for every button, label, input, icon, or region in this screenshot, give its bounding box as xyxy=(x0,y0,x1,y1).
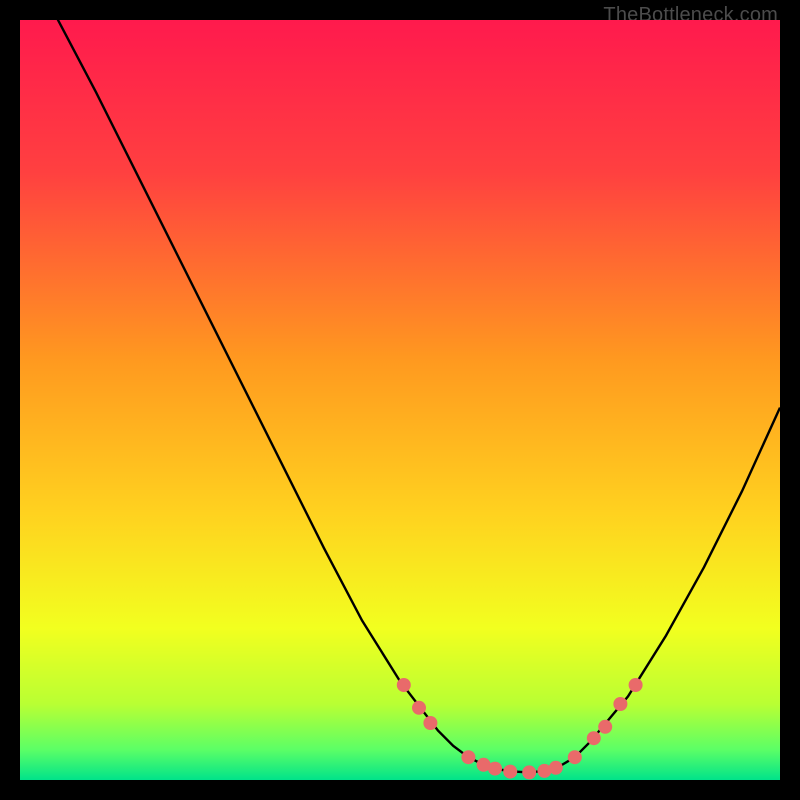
data-marker xyxy=(461,750,475,764)
data-marker xyxy=(488,762,502,776)
data-marker xyxy=(522,765,536,779)
data-marker xyxy=(587,731,601,745)
bottleneck-chart xyxy=(20,20,780,780)
data-marker xyxy=(397,678,411,692)
gradient-background xyxy=(20,20,780,780)
data-marker xyxy=(423,716,437,730)
data-marker xyxy=(598,720,612,734)
data-marker xyxy=(503,765,517,779)
data-marker xyxy=(613,697,627,711)
data-marker xyxy=(412,701,426,715)
data-marker xyxy=(629,678,643,692)
chart-frame xyxy=(20,20,780,780)
data-marker xyxy=(549,761,563,775)
data-marker xyxy=(568,750,582,764)
